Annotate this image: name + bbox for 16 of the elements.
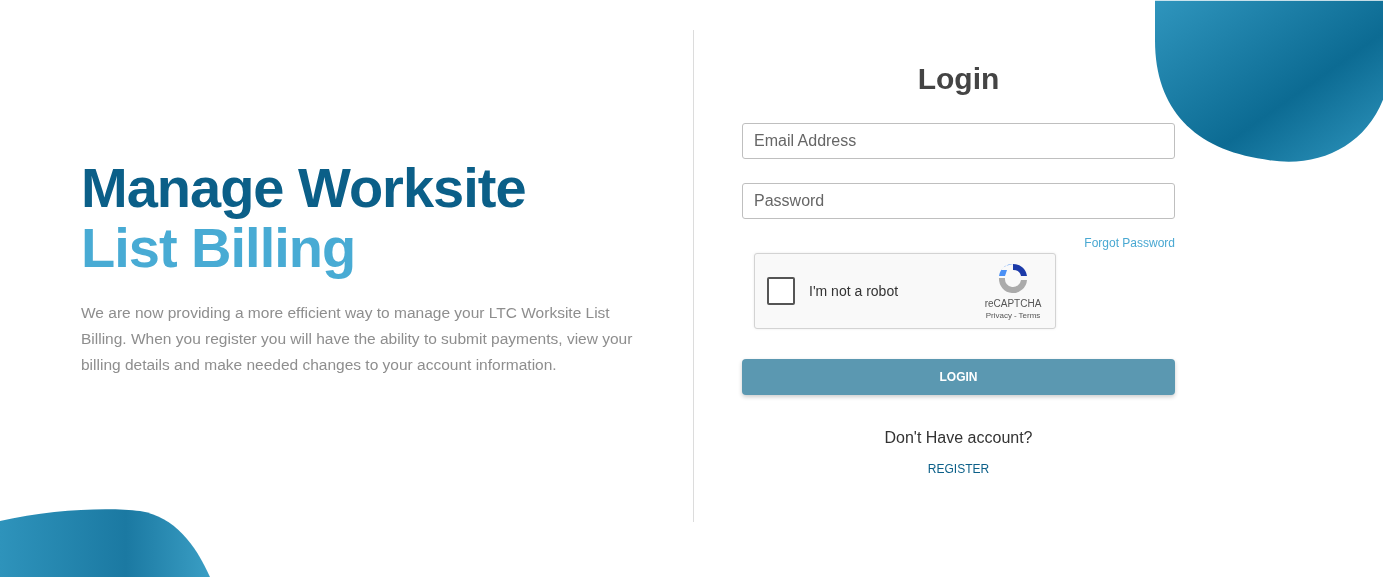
password-field[interactable]: Password xyxy=(742,183,1175,219)
captcha-label: I'm not a robot xyxy=(809,283,900,299)
refresh-arrows-icon xyxy=(997,262,1029,294)
register-link[interactable]: REGISTER xyxy=(927,462,990,476)
hero-description: We are now providing a more efficient way to manage your LTC Worksite List Billing. When you register you will have the ability to submit payments, view your billing details and make needed changes to your account information. xyxy=(81,303,634,375)
captcha-widget[interactable]: I'm not a robot reCAPTCHA Privacy - Terms xyxy=(754,253,1056,329)
hero-title: List Billing xyxy=(81,218,356,278)
separator-text: - xyxy=(1013,311,1017,320)
terms-link[interactable]: Terms xyxy=(1018,311,1041,320)
checkbox[interactable] xyxy=(767,277,795,305)
hero-title: Manage Worksite xyxy=(81,158,526,218)
email-field[interactable]: Email Address xyxy=(742,123,1175,159)
login-title: Login xyxy=(917,61,1000,97)
register-prompt: Don't Have account? xyxy=(884,429,1033,447)
captcha-brand: reCAPTCHA xyxy=(984,298,1042,309)
privacy-link[interactable]: Privacy xyxy=(985,311,1012,320)
